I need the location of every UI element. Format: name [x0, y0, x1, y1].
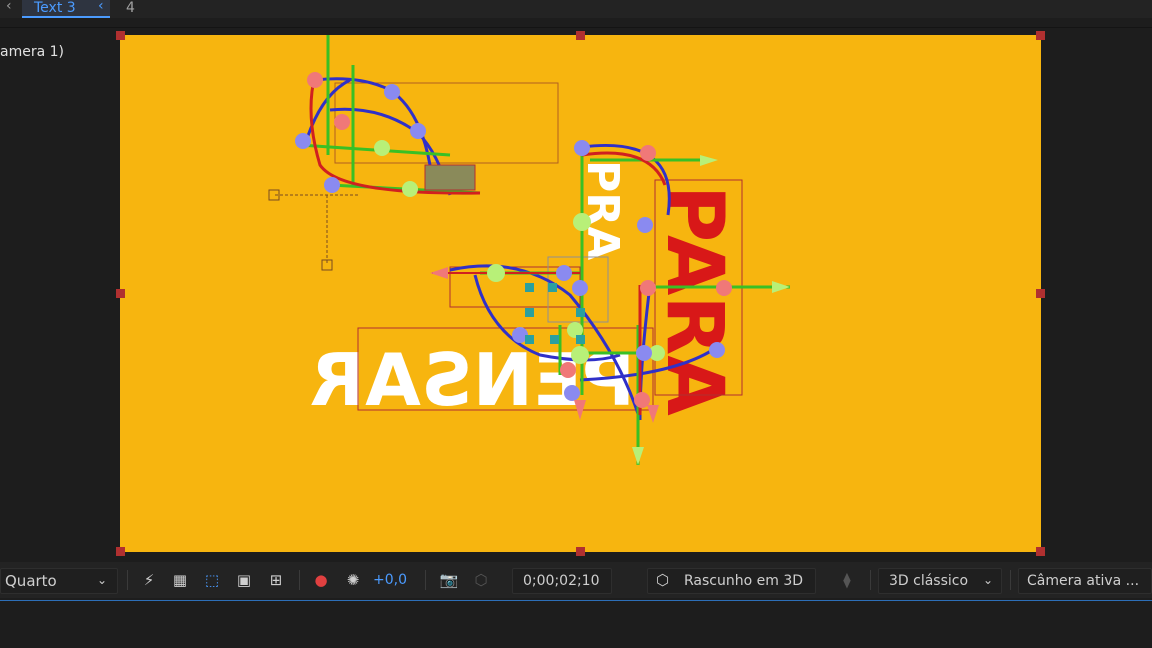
renderer-select[interactable]: 3D clássico ⌄	[878, 568, 1002, 594]
color-channels-icon[interactable]: ●	[311, 570, 331, 590]
divider	[0, 27, 1152, 28]
camera-label: amera 1)	[0, 44, 64, 60]
comp-handle-top-center[interactable]	[576, 31, 585, 40]
resolution-value: Quarto	[5, 572, 57, 590]
tab-prev-arrow-icon[interactable]: ‹	[98, 0, 104, 14]
resolution-select[interactable]: Quarto ⌄	[0, 568, 118, 594]
comp-handle-top-right[interactable]	[1036, 31, 1045, 40]
divider	[870, 570, 871, 590]
comp-handle-bottom-left[interactable]	[116, 547, 125, 556]
comp-handle-middle-left[interactable]	[116, 289, 125, 298]
exposure-reset-icon[interactable]: ✺	[343, 570, 363, 590]
text-para: PARA	[649, 185, 739, 416]
fast-previews-icon[interactable]: ⚡	[139, 570, 159, 590]
timecode-value: 0;00;02;10	[523, 573, 600, 589]
comp-handle-middle-right[interactable]	[1036, 289, 1045, 298]
transparency-grid-icon[interactable]: ▦	[170, 570, 190, 590]
camera-snapshot-icon[interactable]: 📷	[439, 570, 459, 590]
exposure-value[interactable]: +0,0	[373, 569, 407, 591]
region-of-interest-icon[interactable]: ▣	[234, 570, 254, 590]
camera-view-value: Câmera ativa ...	[1027, 573, 1140, 589]
layer-overlay: PARA PENSAR PRA	[268, 35, 790, 465]
draft-3d-label: Rascunho em 3D	[684, 573, 804, 589]
timeline-panel	[0, 601, 1152, 648]
comp-handle-bottom-center[interactable]	[576, 547, 585, 556]
mask-path-visibility-icon[interactable]: ⬚	[202, 570, 222, 590]
tab-4[interactable]: 4	[126, 0, 135, 18]
timecode-field[interactable]: 0;00;02;10	[512, 568, 612, 594]
draft-3d-icon: ⬡	[656, 571, 670, 589]
tab-label: Text 3	[34, 0, 76, 16]
chevron-down-icon: ⌄	[983, 573, 994, 587]
layer-gizmo-top-left	[268, 35, 559, 271]
composition-canvas[interactable]: PARA PENSAR PRA	[116, 31, 1045, 556]
draft-3d-button[interactable]: ⬡ Rascunho em 3D	[647, 568, 816, 594]
renderer-value: 3D clássico	[889, 573, 969, 589]
divider	[127, 570, 128, 590]
divider	[299, 570, 300, 590]
composition-tab-bar: ‹ Text 3 ‹ 4	[0, 0, 1152, 18]
comp-handle-bottom-right[interactable]	[1036, 547, 1045, 556]
tab-text-3[interactable]: Text 3	[22, 0, 110, 18]
divider	[1010, 570, 1011, 590]
divider	[425, 570, 426, 590]
3d-ground-plane-icon[interactable]: ⧫	[837, 570, 857, 590]
show-snapshot-icon[interactable]: ⬡	[471, 570, 491, 590]
tab-back-arrow-icon[interactable]: ‹	[6, 0, 12, 14]
viewer-toolbar: Quarto ⌄ ⚡ ▦ ⬚ ▣ ⊞ ● ✺ +0,0 📷 ⬡ 0;00;02;…	[0, 562, 1152, 598]
camera-view-select[interactable]: Câmera ativa ...	[1018, 568, 1152, 594]
chevron-down-icon: ⌄	[97, 573, 108, 587]
text-pra: PRA	[577, 160, 628, 260]
grid-guides-icon[interactable]: ⊞	[266, 570, 286, 590]
comp-handle-top-left[interactable]	[116, 31, 125, 40]
